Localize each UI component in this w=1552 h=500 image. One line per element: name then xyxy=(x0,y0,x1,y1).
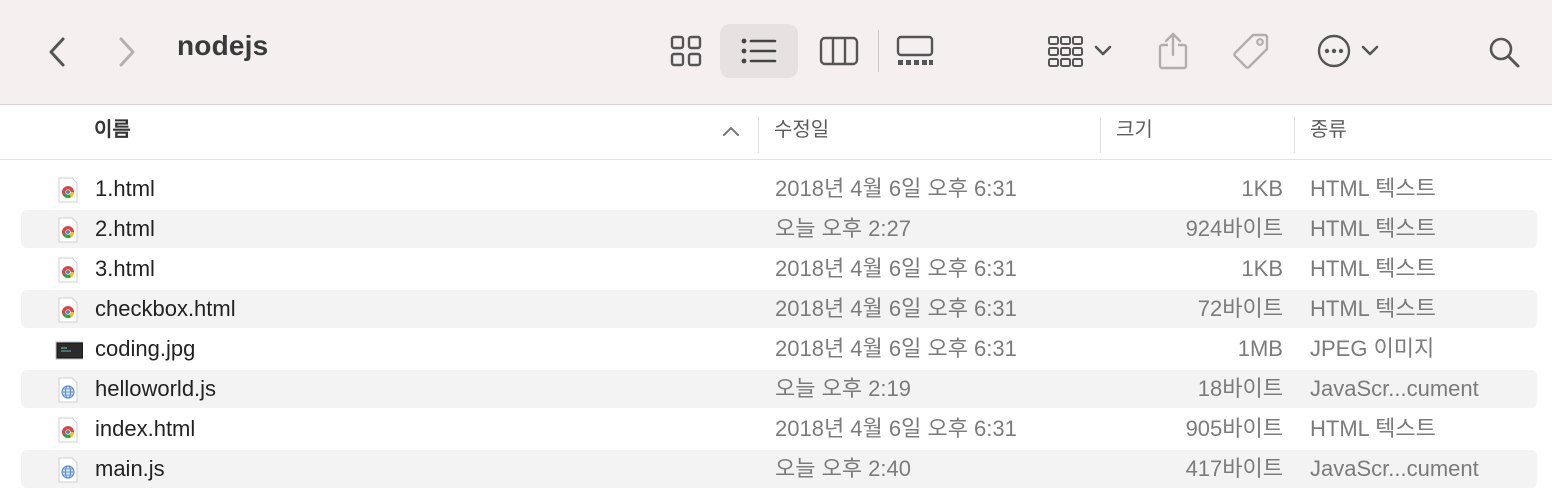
file-name: 2.html xyxy=(95,216,155,241)
file-kind: HTML 텍스트 xyxy=(1310,296,1436,321)
chrome-html-file-icon xyxy=(58,297,78,323)
file-name: helloworld.js xyxy=(95,376,217,401)
column-header-bar: 이름 수정일 크기 종류 xyxy=(0,105,1552,160)
finder-window: nodejs 이름 수정일 크기 종류 1.html 2018년 4월 6일 오… xyxy=(0,0,1552,500)
file-row[interactable]: 2.html 오늘 오후 2:27 924바이트 HTML 텍스트 xyxy=(21,210,1537,248)
column-header-kind[interactable]: 종류 xyxy=(1310,105,1540,159)
file-name: checkbox.html xyxy=(95,296,236,321)
file-row[interactable]: 1.html 2018년 4월 6일 오후 6:31 1KB HTML 텍스트 xyxy=(21,170,1537,208)
share-button[interactable] xyxy=(1150,26,1196,76)
file-date: 2018년 4월 6일 오후 6:31 xyxy=(775,176,1017,201)
column-header-date-label: 수정일 xyxy=(774,119,830,141)
file-row[interactable]: index.html 2018년 4월 6일 오후 6:31 905바이트 HT… xyxy=(21,410,1537,448)
toolbar-divider xyxy=(878,30,879,72)
tag-button[interactable] xyxy=(1226,26,1276,76)
file-name: 1.html xyxy=(95,176,155,201)
list-icon xyxy=(741,38,777,64)
file-kind: HTML 텍스트 xyxy=(1310,416,1436,441)
window-title: nodejs xyxy=(177,30,269,61)
file-name: coding.jpg xyxy=(95,336,196,361)
share-icon xyxy=(1158,32,1188,70)
chevron-right-icon xyxy=(119,37,135,67)
file-size: 1KB xyxy=(1241,176,1283,201)
file-date: 2018년 4월 6일 오후 6:31 xyxy=(775,296,1017,321)
file-kind: JPEG 이미지 xyxy=(1310,336,1435,361)
gallery-view-button[interactable] xyxy=(888,24,942,78)
file-name: index.html xyxy=(95,416,196,441)
file-kind: JavaScr...cument xyxy=(1310,456,1479,481)
file-date: 오늘 오후 2:19 xyxy=(775,376,912,401)
file-name: main.js xyxy=(95,456,165,481)
file-kind: HTML 텍스트 xyxy=(1310,216,1436,241)
chrome-html-file-icon xyxy=(58,217,78,243)
file-date: 2018년 4월 6일 오후 6:31 xyxy=(775,336,1017,361)
file-date: 2018년 4월 6일 오후 6:31 xyxy=(775,416,1017,441)
file-kind: HTML 텍스트 xyxy=(1310,176,1436,201)
file-name: 3.html xyxy=(95,256,155,281)
file-size: 1MB xyxy=(1237,336,1283,361)
column-header-name[interactable]: 이름 xyxy=(94,105,754,159)
js-file-icon xyxy=(58,457,78,483)
column-header-kind-label: 종류 xyxy=(1310,119,1347,141)
chrome-html-file-icon xyxy=(58,257,78,283)
list-view-button[interactable] xyxy=(720,24,798,78)
column-separator[interactable] xyxy=(1294,117,1295,153)
column-header-name-label: 이름 xyxy=(94,119,131,141)
image-thumbnail-icon xyxy=(55,341,83,360)
search-icon xyxy=(1489,37,1520,68)
file-size: 905바이트 xyxy=(1185,416,1283,441)
group-by-button[interactable] xyxy=(1040,26,1120,76)
column-header-size[interactable]: 크기 xyxy=(1116,105,1286,159)
chevron-down-icon xyxy=(1361,45,1379,56)
chevron-down-icon xyxy=(1094,45,1112,56)
file-size: 72바이트 xyxy=(1197,296,1283,321)
file-row[interactable]: helloworld.js 오늘 오후 2:19 18바이트 JavaScr..… xyxy=(21,370,1537,408)
ellipsis-circle-icon xyxy=(1317,34,1351,68)
file-row[interactable]: coding.jpg 2018년 4월 6일 오후 6:31 1MB JPEG … xyxy=(21,330,1537,368)
chevron-left-icon xyxy=(49,37,65,67)
chrome-html-file-icon xyxy=(58,417,78,443)
js-file-icon xyxy=(58,377,78,403)
file-row[interactable]: checkbox.html 2018년 4월 6일 오후 6:31 72바이트 … xyxy=(21,290,1537,328)
column-header-date[interactable]: 수정일 xyxy=(774,105,1094,159)
forward-button[interactable] xyxy=(108,32,146,72)
column-header-size-label: 크기 xyxy=(1116,119,1153,141)
file-date: 오늘 오후 2:27 xyxy=(775,216,912,241)
file-size: 1KB xyxy=(1241,256,1283,281)
gallery-icon xyxy=(896,35,934,65)
file-size: 18바이트 xyxy=(1197,376,1283,401)
file-kind: HTML 텍스트 xyxy=(1310,256,1436,281)
file-size: 417바이트 xyxy=(1185,456,1283,481)
columns-icon xyxy=(819,36,859,66)
file-kind: JavaScr...cument xyxy=(1310,376,1479,401)
file-date: 2018년 4월 6일 오후 6:31 xyxy=(775,256,1017,281)
toolbar: nodejs xyxy=(0,0,1552,105)
group-grid-icon xyxy=(1048,36,1083,67)
search-button[interactable] xyxy=(1482,30,1526,74)
icon-view-button[interactable] xyxy=(660,24,712,78)
back-button[interactable] xyxy=(38,32,76,72)
more-actions-button[interactable] xyxy=(1310,26,1386,76)
file-row[interactable]: 3.html 2018년 4월 6일 오후 6:31 1KB HTML 텍스트 xyxy=(21,250,1537,288)
column-separator[interactable] xyxy=(1100,117,1101,153)
file-date: 오늘 오후 2:40 xyxy=(775,456,912,481)
sort-ascending-icon[interactable] xyxy=(722,125,740,137)
chrome-html-file-icon xyxy=(58,177,78,203)
column-view-button[interactable] xyxy=(812,24,866,78)
file-size: 924바이트 xyxy=(1185,216,1283,241)
tag-icon xyxy=(1233,33,1269,69)
grid-icon xyxy=(670,35,702,67)
column-separator[interactable] xyxy=(758,117,759,153)
file-row[interactable]: main.js 오늘 오후 2:40 417바이트 JavaScr...cume… xyxy=(21,450,1537,488)
